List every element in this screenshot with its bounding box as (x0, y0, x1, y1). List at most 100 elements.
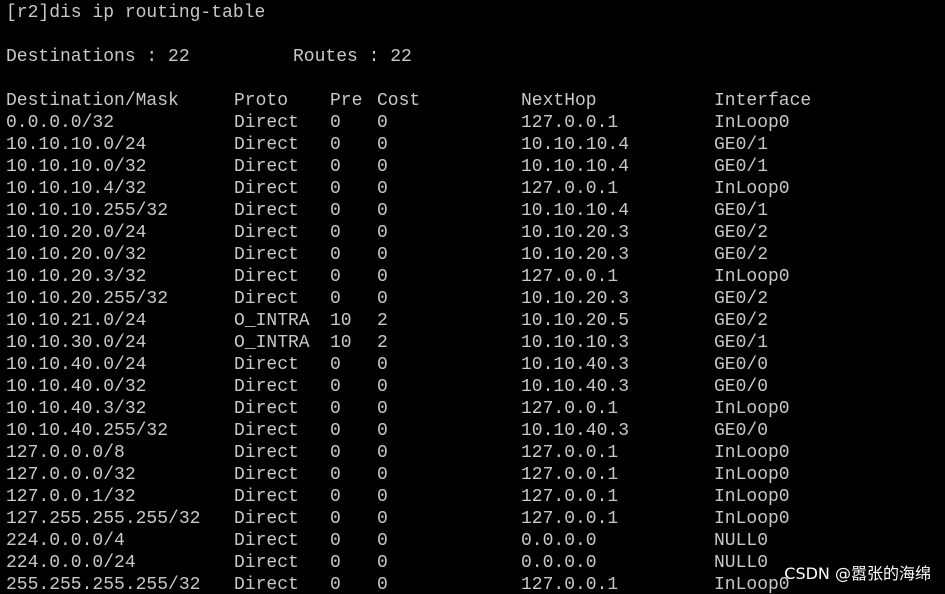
route-nexthop: 127.0.0.1 (521, 399, 619, 419)
csdn-watermark: CSDN @嚣张的海绵 (784, 564, 931, 583)
table-row: 224.0.0.0/4 Direct 0 0 0.0.0.0 NULL0 (6, 530, 936, 552)
route-cost: 0 (377, 223, 388, 243)
route-nexthop: 10.10.20.3 (521, 245, 630, 265)
route-pre: 0 (330, 487, 341, 507)
route-nexthop: 10.10.40.3 (521, 421, 630, 441)
route-destination: 10.10.40.0/32 (6, 377, 147, 397)
route-nexthop: 127.0.0.1 (521, 509, 619, 529)
column-header-cost: Cost (377, 91, 421, 111)
route-destination: 127.0.0.0/8 (6, 443, 125, 463)
route-cost: 0 (377, 201, 388, 221)
route-pre: 0 (330, 201, 341, 221)
route-interface: InLoop0 (714, 443, 790, 463)
route-pre: 0 (330, 355, 341, 375)
route-proto: Direct (234, 223, 299, 243)
route-proto: Direct (234, 157, 299, 177)
table-row: 10.10.40.3/32 Direct 0 0 127.0.0.1 InLoop0 (6, 398, 936, 420)
route-nexthop: 10.10.10.4 (521, 157, 630, 177)
route-interface: GE0/0 (714, 421, 769, 441)
route-destination: 10.10.10.0/24 (6, 135, 147, 155)
route-nexthop: 127.0.0.1 (521, 267, 619, 287)
route-cost: 0 (377, 377, 388, 397)
route-pre: 0 (330, 135, 341, 155)
table-row: 127.0.0.0/8 Direct 0 0 127.0.0.1 InLoop0 (6, 442, 936, 464)
route-pre: 0 (330, 267, 341, 287)
route-cost: 0 (377, 179, 388, 199)
route-destination: 10.10.10.0/32 (6, 157, 147, 177)
route-nexthop: 127.0.0.1 (521, 487, 619, 507)
route-pre: 0 (330, 289, 341, 309)
route-interface: InLoop0 (714, 465, 790, 485)
table-row: 10.10.10.255/32 Direct 0 0 10.10.10.4 GE0/1 (6, 200, 936, 222)
route-cost: 2 (377, 333, 388, 353)
route-nexthop: 127.0.0.1 (521, 113, 619, 133)
route-interface: InLoop0 (714, 399, 790, 419)
route-nexthop: 10.10.40.3 (521, 355, 630, 375)
route-cost: 0 (377, 245, 388, 265)
terminal-window[interactable]: [r2]dis ip routing-table Destinations : … (0, 0, 945, 594)
route-interface: GE0/2 (714, 245, 769, 265)
route-proto: Direct (234, 553, 299, 573)
route-interface: InLoop0 (714, 509, 790, 529)
route-proto: Direct (234, 399, 299, 419)
route-interface: GE0/1 (714, 201, 769, 221)
column-header-interface: Interface (714, 91, 812, 111)
route-pre: 0 (330, 377, 341, 397)
route-nexthop: 127.0.0.1 (521, 179, 619, 199)
route-pre: 0 (330, 179, 341, 199)
route-destination: 0.0.0.0/32 (6, 113, 115, 133)
route-interface: InLoop0 (714, 267, 790, 287)
route-nexthop: 0.0.0.0 (521, 531, 597, 551)
route-nexthop: 10.10.20.3 (521, 223, 630, 243)
route-cost: 0 (377, 509, 388, 529)
route-interface: GE0/2 (714, 223, 769, 243)
route-pre: 0 (330, 553, 341, 573)
route-pre: 0 (330, 421, 341, 441)
table-row: 10.10.30.0/24 O_INTRA 10 2 10.10.10.3 GE0/1 (6, 332, 936, 354)
route-proto: Direct (234, 421, 299, 441)
column-header-proto: Proto (234, 91, 289, 111)
route-proto: O_INTRA (234, 311, 310, 331)
route-destination: 127.0.0.0/32 (6, 465, 136, 485)
route-interface: InLoop0 (714, 179, 790, 199)
route-proto: Direct (234, 267, 299, 287)
route-pre: 10 (330, 333, 352, 353)
route-cost: 0 (377, 399, 388, 419)
route-proto: Direct (234, 135, 299, 155)
route-interface: GE0/2 (714, 311, 769, 331)
routing-summary: Destinations : 22 Routes : 22 (6, 46, 412, 68)
route-proto: Direct (234, 487, 299, 507)
route-interface: GE0/0 (714, 355, 769, 375)
route-nexthop: 10.10.20.3 (521, 289, 630, 309)
routing-table-rows: 0.0.0.0/32 Direct 0 0 127.0.0.1 InLoop0 10.10.… (6, 112, 936, 594)
route-proto: Direct (234, 465, 299, 485)
route-destination: 10.10.21.0/24 (6, 311, 147, 331)
route-interface: GE0/0 (714, 377, 769, 397)
route-interface: GE0/1 (714, 333, 769, 353)
route-pre: 0 (330, 245, 341, 265)
column-header-pre: Pre (330, 91, 363, 111)
route-pre: 0 (330, 531, 341, 551)
route-pre: 0 (330, 223, 341, 243)
column-header-nexthop: NextHop (521, 91, 597, 111)
route-cost: 2 (377, 311, 388, 331)
route-destination: 10.10.40.0/24 (6, 355, 147, 375)
route-proto: Direct (234, 355, 299, 375)
route-pre: 0 (330, 575, 341, 594)
route-cost: 0 (377, 157, 388, 177)
route-nexthop: 10.10.20.5 (521, 311, 630, 331)
route-interface: InLoop0 (714, 487, 790, 507)
route-interface: GE0/1 (714, 157, 769, 177)
route-pre: 0 (330, 509, 341, 529)
route-cost: 0 (377, 355, 388, 375)
route-nexthop: 0.0.0.0 (521, 553, 597, 573)
destinations-count: Destinations : 22 (6, 47, 190, 67)
route-interface: InLoop0 (714, 113, 790, 133)
table-row: 10.10.40.0/32 Direct 0 0 10.10.40.3 GE0/0 (6, 376, 936, 398)
route-proto: Direct (234, 289, 299, 309)
route-destination: 10.10.30.0/24 (6, 333, 147, 353)
route-nexthop: 127.0.0.1 (521, 465, 619, 485)
route-cost: 0 (377, 531, 388, 551)
route-pre: 0 (330, 443, 341, 463)
route-destination: 224.0.0.0/24 (6, 553, 136, 573)
